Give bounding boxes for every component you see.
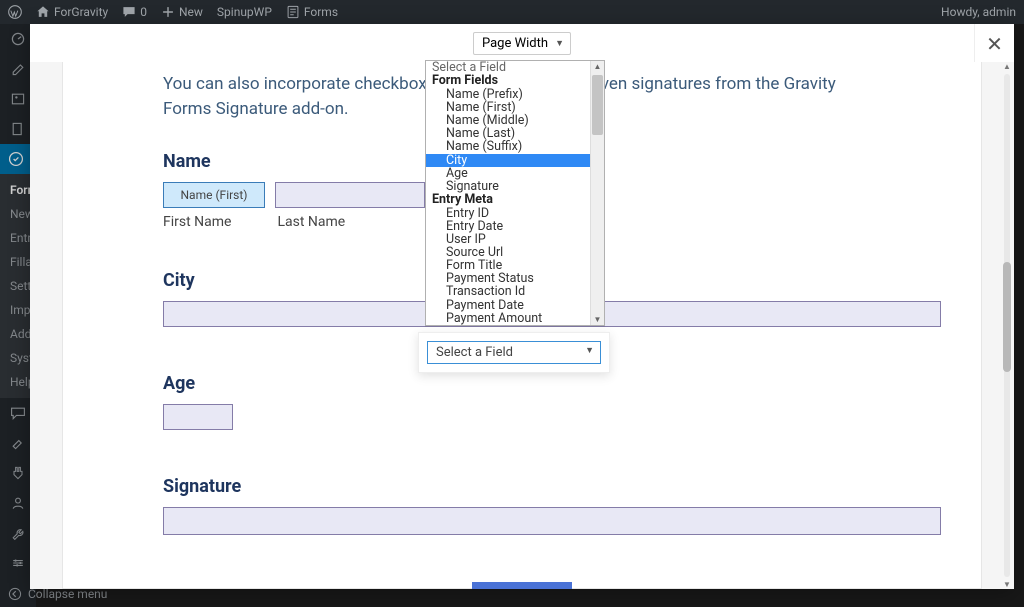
age-field[interactable] (163, 404, 233, 430)
comments-link[interactable]: 0 (122, 5, 147, 19)
dropdown-option[interactable]: Age (426, 167, 590, 180)
dropdown-option[interactable]: Entry ID (426, 207, 590, 220)
dropdown-option[interactable]: Name (Suffix) (426, 140, 590, 153)
name-first-tag: Name (First) (181, 188, 248, 202)
modal-header: Page Width ✕ (30, 24, 1014, 62)
dropdown-scrollbar[interactable]: ▲ ▼ (590, 61, 604, 325)
dropdown-option[interactable]: Payment Date (426, 299, 590, 312)
close-icon: ✕ (986, 32, 1003, 56)
comments-count: 0 (140, 5, 147, 19)
dropdown-option[interactable]: City (426, 154, 590, 167)
modal-close-button[interactable]: ✕ (974, 24, 1014, 64)
first-name-label: First Name (163, 214, 231, 230)
dropdown-option[interactable]: Entry Date (426, 220, 590, 233)
wp-admin-bar: ForGravity 0 New SpinupWP Forms Howdy, a… (0, 0, 1024, 24)
dropdown-option[interactable]: Signature (426, 180, 590, 193)
new-link[interactable]: New (161, 5, 203, 19)
last-name-label: Last Name (277, 214, 345, 230)
bottom-indicator (472, 582, 572, 589)
name-first-field[interactable]: Name (First) (163, 182, 265, 208)
scroll-up-arrow[interactable]: ▲ (1003, 62, 1011, 71)
wp-logo[interactable] (8, 5, 22, 19)
spinupwp-link[interactable]: SpinupWP (217, 5, 272, 19)
signature-title: Signature (163, 476, 881, 497)
zoom-select[interactable]: Page Width (473, 32, 571, 55)
field-select[interactable]: Select a Field (427, 341, 601, 364)
dropdown-group-label: Entry Meta (426, 193, 590, 207)
age-section: Age (163, 373, 881, 430)
age-title: Age (163, 373, 881, 394)
site-name-link[interactable]: ForGravity (36, 5, 108, 19)
forms-link[interactable]: Forms (286, 5, 338, 19)
field-select-dropdown[interactable]: Select a FieldForm FieldsName (Prefix)Na… (425, 60, 605, 326)
dropdown-option[interactable]: Payment Amount (426, 312, 590, 325)
dropdown-scroll-up[interactable]: ▲ (591, 62, 604, 71)
dropdown-scroll-thumb[interactable] (592, 75, 603, 135)
signature-field[interactable] (163, 507, 941, 535)
scroll-thumb[interactable] (1003, 262, 1011, 372)
dropdown-option[interactable]: Transaction Id (426, 285, 590, 298)
site-name: ForGravity (54, 5, 108, 19)
howdy-link[interactable]: Howdy, admin (941, 5, 1016, 19)
signature-section: Signature (163, 476, 881, 535)
modal-scrollbar[interactable]: ▲ ▼ (1002, 62, 1012, 589)
name-last-field[interactable] (275, 182, 425, 208)
field-select-container: Select a Field (418, 332, 610, 373)
dropdown-group-label: Form Fields (426, 74, 590, 88)
dropdown-scroll-down[interactable]: ▼ (591, 315, 604, 324)
scroll-down-arrow[interactable]: ▼ (1003, 580, 1011, 589)
new-label: New (179, 5, 203, 19)
